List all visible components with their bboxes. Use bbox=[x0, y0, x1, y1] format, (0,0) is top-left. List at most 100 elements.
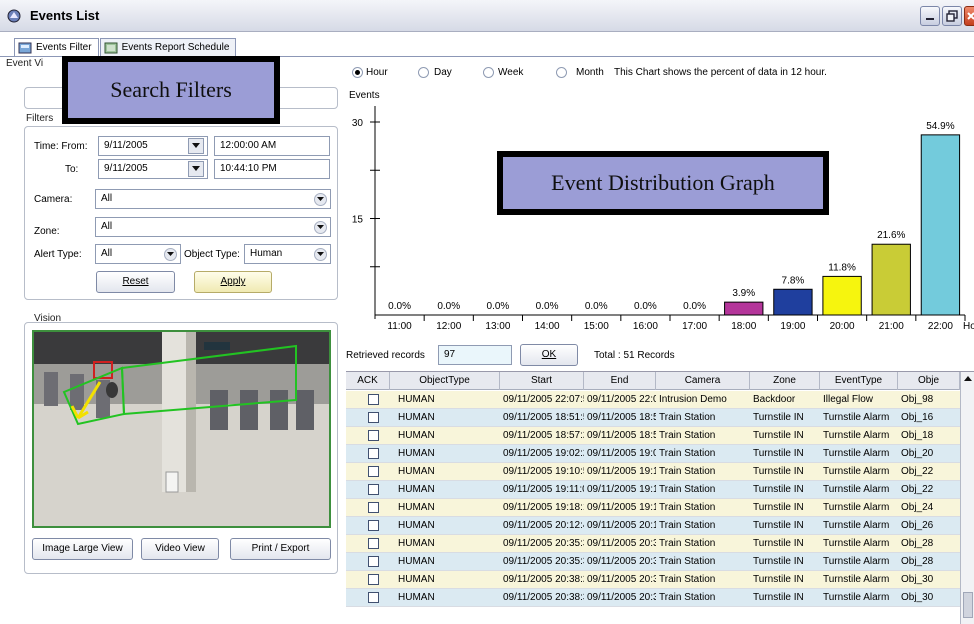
radio-day[interactable] bbox=[418, 67, 429, 78]
table-row[interactable]: HUMAN09/11/2005 18:51:5709/11/2005 18:5T… bbox=[346, 409, 966, 427]
table-cell: Turnstile Alarm bbox=[823, 484, 890, 495]
chevron-down-icon bbox=[314, 248, 327, 261]
data-label: 0.0% bbox=[487, 301, 510, 312]
from-date-dropdown[interactable] bbox=[188, 138, 204, 154]
from-time-field[interactable]: 12:00:00 AM bbox=[214, 136, 330, 156]
table-cell: Turnstile Alarm bbox=[823, 412, 890, 423]
table-cell: Train Station bbox=[659, 448, 716, 459]
table-row[interactable]: HUMAN09/11/2005 20:38:3009/11/2005 20:3T… bbox=[346, 589, 966, 607]
ack-checkbox[interactable] bbox=[368, 520, 379, 531]
radio-month[interactable] bbox=[556, 67, 567, 78]
ack-checkbox[interactable] bbox=[368, 592, 379, 603]
radio-week[interactable] bbox=[483, 67, 494, 78]
bar bbox=[871, 243, 911, 316]
table-cell: Turnstile IN bbox=[753, 556, 804, 567]
table-cell: 09/11/2005 22:07:57 bbox=[503, 394, 584, 405]
column-header[interactable]: Zone bbox=[750, 372, 820, 390]
minimize-icon bbox=[926, 18, 934, 20]
title-bar: Events List bbox=[0, 0, 974, 32]
table-row[interactable]: HUMAN09/11/2005 19:02:2909/11/2005 19:0T… bbox=[346, 445, 966, 463]
reset-button[interactable]: Reset bbox=[96, 271, 175, 293]
table-row[interactable]: HUMAN09/11/2005 20:38:2309/11/2005 20:3T… bbox=[346, 571, 966, 589]
table-row[interactable]: HUMAN09/11/2005 20:35:3809/11/2005 20:3T… bbox=[346, 553, 966, 571]
zone-label: Zone: bbox=[34, 226, 60, 237]
ack-checkbox[interactable] bbox=[368, 448, 379, 459]
search-filters-overlay: Search Filters bbox=[62, 56, 280, 124]
event-distribution-overlay: Event Distribution Graph bbox=[497, 151, 829, 215]
to-time-field[interactable]: 10:44:10 PM bbox=[214, 159, 330, 179]
table-cell: HUMAN bbox=[398, 592, 435, 603]
table-cell: HUMAN bbox=[398, 412, 435, 423]
x-tick-label: 17:00 bbox=[682, 321, 707, 332]
object-type-select[interactable]: Human bbox=[244, 244, 331, 264]
to-date-dropdown[interactable] bbox=[188, 161, 204, 177]
vertical-scrollbar[interactable] bbox=[960, 372, 974, 624]
ack-checkbox[interactable] bbox=[368, 556, 379, 567]
table-row[interactable]: HUMAN09/11/2005 20:12:4209/11/2005 20:1T… bbox=[346, 517, 966, 535]
ack-checkbox[interactable] bbox=[368, 574, 379, 585]
table-row[interactable]: HUMAN09/11/2005 19:11:0109/11/2005 19:1T… bbox=[346, 481, 966, 499]
column-header[interactable]: Camera bbox=[656, 372, 750, 390]
data-label: 0.0% bbox=[388, 301, 411, 312]
table-cell: Turnstile Alarm bbox=[823, 574, 890, 585]
table-cell: Turnstile Alarm bbox=[823, 592, 890, 603]
x-tick-label: 15:00 bbox=[584, 321, 609, 332]
column-header[interactable]: Start bbox=[500, 372, 584, 390]
radio-hour[interactable] bbox=[352, 67, 363, 78]
data-label: 7.8% bbox=[782, 275, 805, 286]
x-tick-label: 14:00 bbox=[535, 321, 560, 332]
table-row[interactable]: HUMAN09/11/2005 19:10:5409/11/2005 19:1T… bbox=[346, 463, 966, 481]
column-header[interactable]: ObjectType bbox=[390, 372, 500, 390]
ack-checkbox[interactable] bbox=[368, 466, 379, 477]
camera-select[interactable]: All bbox=[95, 189, 331, 209]
ack-checkbox[interactable] bbox=[368, 502, 379, 513]
print-export-button[interactable]: Print / Export bbox=[230, 538, 331, 560]
ack-checkbox[interactable] bbox=[368, 538, 379, 549]
tab-events-filter[interactable]: Events Filter bbox=[14, 38, 99, 56]
table-cell: Turnstile IN bbox=[753, 412, 804, 423]
video-view-button[interactable]: Video View bbox=[141, 538, 219, 560]
table-cell: 09/11/2005 20:3 bbox=[587, 556, 656, 567]
image-large-view-button[interactable]: Image Large View bbox=[32, 538, 133, 560]
ok-button[interactable]: OK bbox=[520, 344, 578, 366]
column-header[interactable]: Obje bbox=[898, 372, 960, 390]
ack-checkbox[interactable] bbox=[368, 484, 379, 495]
tab-events-report-schedule[interactable]: Events Report Schedule bbox=[99, 38, 237, 56]
x-axis-label: Hour bbox=[963, 321, 974, 332]
radio-week-label: Week bbox=[498, 67, 524, 78]
x-tick-label: 21:00 bbox=[879, 321, 904, 332]
column-header[interactable]: ACK bbox=[346, 372, 390, 390]
table-cell: 09/11/2005 20:35:31 bbox=[503, 538, 584, 549]
table-cell: 09/11/2005 19:1 bbox=[587, 484, 656, 495]
table-cell: 09/11/2005 19:1 bbox=[587, 502, 656, 513]
table-row[interactable]: HUMAN09/11/2005 22:07:5709/11/2005 22:0I… bbox=[346, 391, 966, 409]
alert-type-select[interactable]: All bbox=[95, 244, 181, 264]
video-view-label: Video View bbox=[155, 543, 205, 554]
table-row[interactable]: HUMAN09/11/2005 20:35:3109/11/2005 20:3T… bbox=[346, 535, 966, 553]
scroll-thumb[interactable] bbox=[963, 592, 973, 618]
ack-checkbox[interactable] bbox=[368, 412, 379, 423]
table-row[interactable]: HUMAN09/11/2005 19:18:1509/11/2005 19:1T… bbox=[346, 499, 966, 517]
camera-image[interactable] bbox=[32, 330, 331, 528]
apply-button[interactable]: Apply bbox=[194, 271, 272, 293]
ack-checkbox[interactable] bbox=[368, 394, 379, 405]
close-icon bbox=[967, 12, 974, 20]
restore-button[interactable] bbox=[942, 6, 962, 26]
camera-value: All bbox=[101, 193, 113, 204]
column-header[interactable]: End bbox=[584, 372, 656, 390]
retrieved-records-value: 97 bbox=[444, 349, 456, 360]
camera-scene bbox=[34, 332, 329, 526]
reset-label: Reset bbox=[122, 276, 149, 287]
table-cell: Obj_28 bbox=[901, 556, 934, 567]
chevron-down-icon bbox=[314, 193, 327, 206]
minimize-button[interactable] bbox=[920, 6, 940, 26]
table-row[interactable]: HUMAN09/11/2005 18:57:2009/11/2005 18:5T… bbox=[346, 427, 966, 445]
ack-checkbox[interactable] bbox=[368, 430, 379, 441]
radio-day-label: Day bbox=[434, 67, 452, 78]
column-header[interactable]: EventType bbox=[820, 372, 898, 390]
table-cell: 09/11/2005 19:02:29 bbox=[503, 448, 584, 459]
retrieved-records-input[interactable]: 97 bbox=[438, 345, 512, 365]
close-button[interactable] bbox=[964, 6, 974, 26]
zone-select[interactable]: All bbox=[95, 217, 331, 237]
image-large-view-label: Image Large View bbox=[42, 543, 123, 554]
